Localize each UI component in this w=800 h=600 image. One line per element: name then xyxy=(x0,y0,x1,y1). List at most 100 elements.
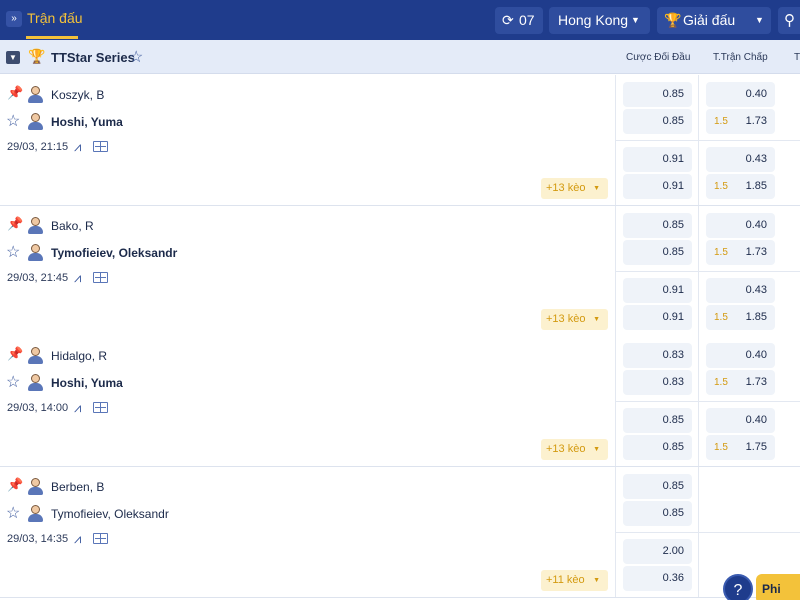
handicap-value: 1.5 xyxy=(714,181,728,192)
scoreboard-icon[interactable] xyxy=(93,141,108,152)
odds-cell[interactable]: 0.85 xyxy=(623,474,692,499)
player-2-name[interactable]: Tymofieiev, Oleksandr xyxy=(51,507,169,521)
player-2-name[interactable]: Tymofieiev, Oleksandr xyxy=(51,246,177,260)
more-odds-button[interactable]: +13 kèo ▼ xyxy=(541,178,608,199)
pin-icon[interactable]: 📌 xyxy=(7,85,23,101)
match-row: 📌 ☆ Berben, B Tymofieiev, Oleksandr 29/0… xyxy=(0,467,800,598)
odds-cell[interactable]: 1.5 1.75 xyxy=(706,435,775,460)
odds-cell[interactable]: 0.40 xyxy=(706,82,775,107)
odds-cell[interactable]: 0.85 xyxy=(623,213,692,238)
odds-cell[interactable]: 0.91 xyxy=(623,305,692,330)
odds-value: 0.85 xyxy=(662,480,684,492)
odds-value: 1.73 xyxy=(745,376,767,388)
scoreboard-icon[interactable] xyxy=(93,402,108,413)
pin-icon[interactable]: 📌 xyxy=(7,477,23,493)
odds-cell[interactable]: 0.40 xyxy=(706,343,775,368)
player-avatar-icon xyxy=(27,244,44,261)
odds-value: 0.91 xyxy=(662,153,684,165)
favorite-star-icon[interactable]: ☆ xyxy=(6,503,20,523)
divider xyxy=(615,401,800,402)
region-label: Hong Kong xyxy=(558,12,629,28)
odds-cell[interactable]: 0.91 xyxy=(623,174,692,199)
more-odds-label: +13 kèo xyxy=(546,443,586,455)
odds-value: 1.73 xyxy=(745,115,767,127)
odds-cell[interactable]: 0.40 xyxy=(706,408,775,433)
odds-cell[interactable]: 0.85 xyxy=(623,240,692,265)
pin-icon[interactable]: 📌 xyxy=(7,216,23,232)
more-odds-label: +13 kèo xyxy=(546,182,586,194)
odds-cell[interactable]: 0.91 xyxy=(623,147,692,172)
odds-cell[interactable]: 0.43 xyxy=(706,278,775,303)
odds-cell[interactable]: 0.83 xyxy=(623,343,692,368)
active-tab-underline xyxy=(26,36,78,39)
odds-cell[interactable]: 0.91 xyxy=(623,278,692,303)
odds-cell[interactable]: 1.5 1.85 xyxy=(706,305,775,330)
odds-cell[interactable]: 0.36 xyxy=(623,566,692,591)
odds-cell[interactable]: 0.43 xyxy=(706,147,775,172)
player-2-name[interactable]: Hoshi, Yuma xyxy=(51,376,123,390)
more-odds-button[interactable]: +11 kèo ▼ xyxy=(541,570,608,591)
more-odds-label: +11 kèo xyxy=(546,574,585,586)
pin-icon[interactable]: 📌 xyxy=(7,346,23,362)
search-button[interactable]: ⚲ xyxy=(778,7,800,34)
region-dropdown[interactable]: Hong Kong ▼ xyxy=(549,7,650,34)
refresh-icon: ⟳ xyxy=(502,12,514,28)
odds-cell[interactable]: 0.83 xyxy=(623,370,692,395)
odds-value: 0.85 xyxy=(662,441,684,453)
stats-icon[interactable]: ⩘ xyxy=(74,531,81,547)
stats-icon[interactable]: ⩘ xyxy=(74,139,81,155)
odds-value: 1.85 xyxy=(745,311,767,323)
bet-slip-button[interactable]: Phi xyxy=(756,574,800,600)
odds-value: 0.91 xyxy=(662,180,684,192)
help-button[interactable]: ? xyxy=(723,574,753,600)
odds-cell[interactable]: 0.85 xyxy=(623,82,692,107)
page-title[interactable]: Trận đấu xyxy=(27,10,83,26)
player-1-name[interactable]: Koszyk, B xyxy=(51,88,104,102)
column-header-third: T xyxy=(794,52,800,63)
odds-value: 0.85 xyxy=(662,115,684,127)
odds-cell[interactable]: 1.5 1.73 xyxy=(706,370,775,395)
favorite-star-icon[interactable]: ☆ xyxy=(129,47,143,67)
scoreboard-icon[interactable] xyxy=(93,272,108,283)
column-header-head-to-head: Cược Đối Đầu xyxy=(626,52,691,63)
odds-value: 0.83 xyxy=(662,349,684,361)
odds-cell[interactable]: 0.85 xyxy=(623,109,692,134)
caret-down-icon: ▼ xyxy=(593,446,600,453)
league-dropdown[interactable]: 🏆 Giải đấu ▼ xyxy=(657,7,771,34)
caret-down-icon: ▼ xyxy=(593,316,600,323)
match-row: 📌 ☆ Hidalgo, R Hoshi, Yuma 29/03, 14:00 … xyxy=(0,336,800,467)
favorite-star-icon[interactable]: ☆ xyxy=(6,242,20,262)
odds-cell[interactable]: 1.5 1.73 xyxy=(706,109,775,134)
player-1-name[interactable]: Bako, R xyxy=(51,219,94,233)
double-chevron-down-icon[interactable]: » xyxy=(6,11,22,27)
stats-icon[interactable]: ⩘ xyxy=(74,400,81,416)
player-1-name[interactable]: Hidalgo, R xyxy=(51,349,107,363)
match-row: 📌 ☆ Bako, R Tymofieiev, Oleksandr 29/03,… xyxy=(0,206,800,337)
odds-cell[interactable]: 1.5 1.73 xyxy=(706,240,775,265)
odds-cell[interactable]: 2.00 xyxy=(623,539,692,564)
odds-cell[interactable]: 1.5 1.85 xyxy=(706,174,775,199)
caret-down-icon: ▼ xyxy=(593,185,600,192)
column-header-handicap: T.Trận Chấp xyxy=(713,52,768,63)
odds-value: 0.83 xyxy=(662,376,684,388)
odds-cell[interactable]: 0.40 xyxy=(706,213,775,238)
more-odds-button[interactable]: +13 kèo ▼ xyxy=(541,309,608,330)
favorite-star-icon[interactable]: ☆ xyxy=(6,111,20,131)
player-2-name[interactable]: Hoshi, Yuma xyxy=(51,115,123,129)
odds-cell[interactable]: 0.85 xyxy=(623,501,692,526)
more-odds-label: +13 kèo xyxy=(546,313,586,325)
handicap-value: 1.5 xyxy=(714,442,728,453)
collapse-toggle-icon[interactable]: ▼ xyxy=(6,51,20,64)
refresh-button[interactable]: ⟳ 07 xyxy=(495,7,543,34)
match-time: 29/03, 14:35 xyxy=(7,533,69,545)
odds-value: 0.40 xyxy=(745,88,767,100)
refresh-count: 07 xyxy=(519,12,535,28)
stats-icon[interactable]: ⩘ xyxy=(74,270,81,286)
odds-cell[interactable]: 0.85 xyxy=(623,435,692,460)
scoreboard-icon[interactable] xyxy=(93,533,108,544)
odds-cell[interactable]: 0.85 xyxy=(623,408,692,433)
odds-value: 0.40 xyxy=(745,414,767,426)
player-1-name[interactable]: Berben, B xyxy=(51,480,104,494)
more-odds-button[interactable]: +13 kèo ▼ xyxy=(541,439,608,460)
favorite-star-icon[interactable]: ☆ xyxy=(6,372,20,392)
